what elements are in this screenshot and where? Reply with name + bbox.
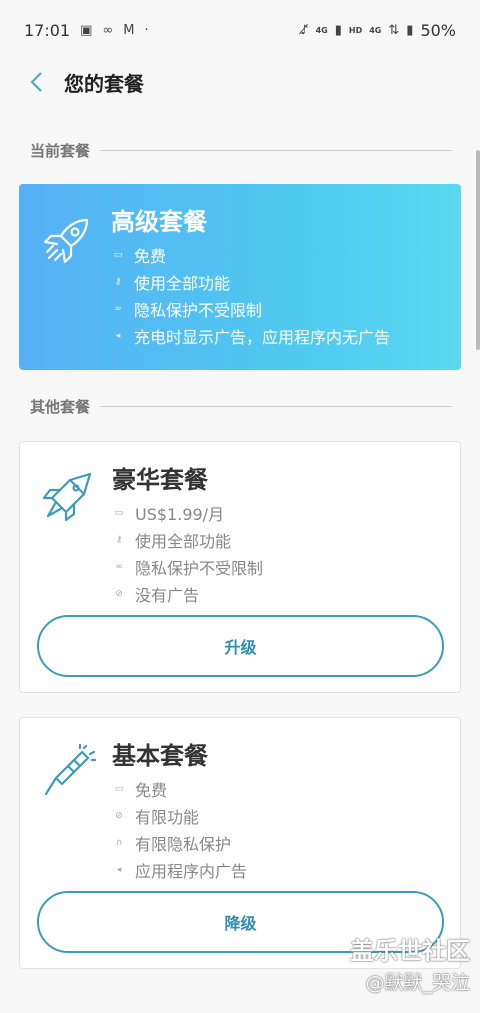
back-button[interactable] — [14, 60, 58, 104]
watermark: 盖乐世社区 @默默_哭泣 — [350, 931, 470, 995]
watermark-user: @默默_哭泣 — [365, 972, 470, 994]
feature-label: 应用程序内广告 — [135, 861, 248, 881]
current-plan-name: 高级套餐 — [111, 208, 207, 236]
feature-item: ◂ 充电时显示广告，应用程序内无广告 — [113, 322, 390, 349]
divider — [100, 149, 452, 151]
plan-name-basic: 基本套餐 — [112, 742, 208, 770]
scrollbar[interactable] — [476, 150, 480, 350]
feature-label: 没有广告 — [135, 585, 200, 605]
feature-label: US$1.99/月 — [135, 504, 225, 524]
plan-card-premium: 豪华套餐 ▭ US$1.99/月 ⚷ 使用全部功能 ∞ 隐私保护不受限制 ⊘ 没… — [19, 441, 461, 693]
feature-item: ⚷ 使用全部功能 — [114, 526, 263, 553]
feature-label: 有限功能 — [135, 807, 200, 827]
data-arrows-icon: ⇅ — [388, 22, 400, 38]
signal-icon: ▮ — [334, 22, 342, 38]
feature-item: ⊘ 没有广告 — [114, 580, 263, 607]
app-icon: M — [123, 22, 135, 38]
feature-label: 使用全部功能 — [135, 531, 232, 551]
plan-features-basic: ▭ 免费 ⊘ 有限功能 ∩ 有限隐私保护 ◂ 应用程序内广告 — [114, 775, 247, 883]
rocket-icon — [43, 218, 89, 264]
megaphone-icon: ◂ — [116, 864, 122, 875]
image-icon: ▣ — [80, 22, 93, 38]
infinity-icon: ∞ — [115, 561, 123, 572]
feature-label: 免费 — [134, 246, 167, 266]
watermark-title: 盖乐世社区 — [350, 937, 470, 965]
firework-rocket-icon — [44, 744, 96, 796]
section-label-other: 其他套餐 — [30, 397, 91, 416]
signal-label: 4G — [315, 25, 328, 35]
section-header-current: 当前套餐 — [30, 140, 452, 160]
current-plan-features: ▭ 免费 ⚷ 使用全部功能 ∞ 隐私保护不受限制 ◂ 充电时显示广告，应用程序内… — [113, 241, 390, 349]
plan-name-premium: 豪华套餐 — [112, 466, 208, 494]
feature-item: ⊘ 有限功能 — [114, 802, 247, 829]
space-shuttle-icon — [42, 472, 92, 522]
chevron-left-icon — [30, 72, 42, 92]
plan-features-premium: ▭ US$1.99/月 ⚷ 使用全部功能 ∞ 隐私保护不受限制 ⊘ 没有广告 — [114, 499, 263, 607]
hd-label: HD — [348, 25, 363, 35]
feature-item: ▭ 免费 — [113, 241, 390, 268]
upgrade-button[interactable]: 升级 — [37, 615, 444, 677]
key-icon: ⚷ — [114, 276, 122, 287]
section-label-current: 当前套餐 — [30, 141, 91, 160]
current-plan-card: 高级套餐 ▭ 免费 ⚷ 使用全部功能 ∞ 隐私保护不受限制 ◂ 充电时显示广告，… — [19, 184, 461, 370]
infinity-icon: ∞ — [114, 303, 122, 314]
battery-level: 50% — [420, 20, 456, 40]
feature-label: 隐私保护不受限制 — [135, 558, 264, 578]
no-ads-icon: ⊘ — [115, 588, 123, 599]
card-icon: ▭ — [114, 783, 124, 794]
limited-icon: ⊘ — [115, 810, 123, 821]
divider — [100, 405, 452, 407]
megaphone-icon: ◂ — [115, 330, 121, 341]
key-icon: ⚷ — [115, 534, 123, 545]
feature-label: 使用全部功能 — [134, 273, 231, 293]
feature-label: 充电时显示广告，应用程序内无广告 — [134, 327, 391, 347]
feature-label: 隐私保护不受限制 — [134, 300, 263, 320]
status-time: 17:01 — [24, 20, 71, 40]
section-header-other: 其他套餐 — [30, 396, 452, 416]
feature-item: ◂ 应用程序内广告 — [114, 856, 247, 883]
feature-item: ⚷ 使用全部功能 — [113, 268, 390, 295]
feature-item: ∩ 有限隐私保护 — [114, 829, 247, 856]
privacy-icon: ∩ — [115, 837, 123, 848]
mute-icon: ♪̸ — [300, 22, 309, 38]
app-bar: 您的套餐 — [0, 60, 480, 104]
page-title: 您的套餐 — [64, 71, 144, 96]
feature-label: 有限隐私保护 — [135, 834, 232, 854]
signal-bars-icon: ▮ — [406, 22, 414, 38]
card-icon: ▭ — [113, 249, 123, 260]
price-tag-icon: ▭ — [114, 507, 124, 518]
dot-icon: · — [144, 22, 149, 38]
feature-item: ∞ 隐私保护不受限制 — [114, 553, 263, 580]
feature-label: 免费 — [135, 780, 168, 800]
feature-item: ∞ 隐私保护不受限制 — [113, 295, 390, 322]
feature-item: ▭ US$1.99/月 — [114, 499, 263, 526]
signal-label-2: 4G — [369, 25, 382, 35]
feature-item: ▭ 免费 — [114, 775, 247, 802]
status-bar: 17:01 ▣ ∞ M · ♪̸ 4G ▮ HD 4G ⇅ ▮ 50% — [0, 0, 480, 60]
link-icon: ∞ — [102, 22, 114, 38]
